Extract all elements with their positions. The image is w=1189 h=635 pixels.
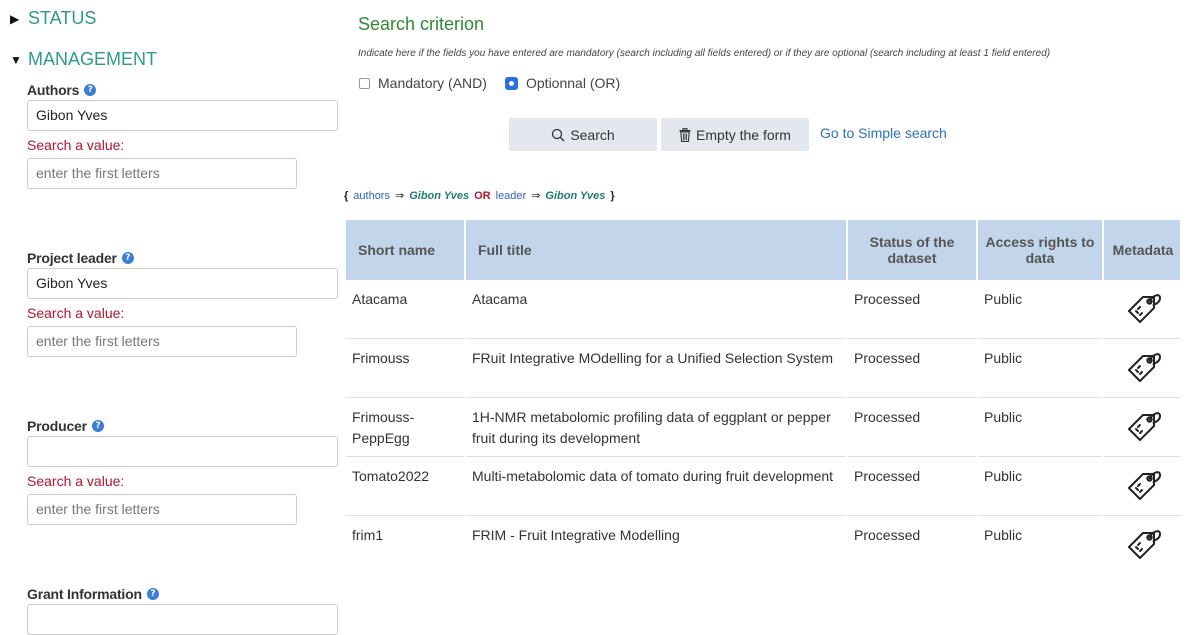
empty-form-button-label: Empty the form (696, 126, 791, 143)
cell-short-name: frim1 (346, 516, 464, 573)
section-toggle-management[interactable]: ▼ MANAGEMENT (10, 49, 157, 70)
grant-information-value-input[interactable] (27, 604, 338, 635)
project-leader-label: Project leader ? (27, 250, 134, 266)
section-label-status: STATUS (28, 8, 97, 28)
optional-option[interactable]: Optionnal (OR) (505, 75, 620, 91)
project-leader-search-label: Search a value: (27, 305, 125, 321)
cell-metadata (1104, 280, 1180, 339)
mandatory-checkbox[interactable] (359, 77, 370, 89)
query-value-authors: Gibon Yves (409, 189, 470, 202)
caret-right-icon: ▶ (10, 11, 20, 26)
mandatory-option[interactable]: Mandatory (AND) (359, 75, 487, 91)
header-full-title[interactable]: Full title (466, 220, 846, 280)
cell-status: Processed (848, 280, 976, 339)
mandatory-label: Mandatory (AND) (378, 75, 487, 91)
simple-search-link[interactable]: Go to Simple search (820, 125, 947, 141)
caret-down-icon: ▼ (10, 52, 22, 67)
table-row[interactable]: Frimouss FRuit Integrative MOdelling for … (346, 339, 1180, 398)
cell-status: Processed (848, 398, 976, 457)
cell-metadata (1104, 457, 1180, 516)
cell-short-name: Atacama (346, 280, 464, 339)
authors-search-input[interactable]: enter the first letters (27, 158, 297, 189)
cell-access: Public (978, 457, 1102, 516)
query-operator: OR (474, 189, 491, 202)
cell-full-title: FRuit Integrative MOdelling for a Unifie… (466, 339, 846, 398)
help-icon[interactable]: ? (91, 420, 104, 432)
help-icon[interactable]: ? (84, 84, 97, 96)
header-status[interactable]: Status of the dataset (848, 220, 976, 280)
cell-full-title: Atacama (466, 280, 846, 339)
query-arrow: ⇒ (394, 190, 405, 202)
cell-access: Public (978, 280, 1102, 339)
table-header-row: Short name Full title Status of the data… (346, 220, 1180, 280)
cell-metadata (1104, 516, 1180, 573)
header-metadata[interactable]: Metadata (1104, 220, 1180, 280)
optional-checkbox[interactable] (505, 76, 518, 90)
section-label-management: MANAGEMENT (28, 49, 158, 69)
metadata-tag-icon[interactable] (1123, 348, 1163, 394)
cell-access: Public (978, 516, 1102, 573)
table-row[interactable]: Frimouss-PeppEgg 1H-NMR metabolomic profi… (346, 398, 1180, 457)
query-key-leader: leader (495, 189, 527, 202)
query-close-brace: } (610, 189, 615, 202)
header-short-name[interactable]: Short name (346, 220, 464, 280)
metadata-tag-icon[interactable] (1123, 407, 1163, 453)
search-criterion-title: Search criterion (358, 14, 485, 34)
project-leader-search-input[interactable]: enter the first letters (27, 326, 297, 357)
project-leader-label-text: Project leader (27, 250, 117, 266)
table-row[interactable]: Atacama Atacama Processed Public (346, 280, 1180, 339)
trash-icon (679, 127, 691, 142)
metadata-tag-icon[interactable] (1123, 289, 1163, 335)
query-summary: { authors ⇒ Gibon Yves OR leader ⇒ Gibon… (344, 189, 615, 203)
cell-full-title: 1H-NMR metabolomic profiling data of egg… (466, 398, 846, 457)
cell-short-name: Tomato2022 (346, 457, 464, 516)
query-open-brace: { (344, 189, 349, 202)
optional-label: Optionnal (OR) (526, 75, 621, 91)
search-icon (552, 128, 565, 141)
producer-label-text: Producer (27, 418, 87, 434)
producer-label: Producer ? (27, 418, 104, 434)
cell-metadata (1104, 339, 1180, 398)
producer-value-input[interactable] (27, 436, 338, 467)
cell-access: Public (978, 398, 1102, 457)
authors-search-label: Search a value: (27, 137, 125, 153)
cell-metadata (1104, 398, 1180, 457)
project-leader-value-input[interactable]: Gibon Yves (27, 268, 338, 299)
results-table: Short name Full title Status of the data… (346, 220, 1180, 573)
help-icon[interactable]: ? (146, 588, 159, 600)
section-toggle-status[interactable]: ▶ STATUS (10, 8, 96, 29)
grant-information-label-text: Grant Information (27, 586, 142, 602)
table-row[interactable]: frim1 FRIM - Fruit Integrative Modelling P… (346, 516, 1180, 573)
grant-information-label: Grant Information ? (27, 586, 159, 602)
metadata-tag-icon[interactable] (1123, 466, 1163, 512)
search-button[interactable]: Search (509, 118, 657, 151)
authors-label: Authors ? (27, 82, 97, 98)
results-table-container[interactable]: Short name Full title Status of the data… (346, 220, 1180, 573)
authors-value-input[interactable]: Gibon Yves (27, 100, 338, 131)
query-value-leader: Gibon Yves (545, 189, 606, 202)
cell-full-title: Multi-metabolomic data of tomato during … (466, 457, 846, 516)
producer-search-label: Search a value: (27, 473, 125, 489)
cell-status: Processed (848, 457, 976, 516)
cell-status: Processed (848, 516, 976, 573)
metadata-tag-icon[interactable] (1123, 525, 1163, 571)
cell-full-title: FRIM - Fruit Integrative Modelling (466, 516, 846, 573)
authors-label-text: Authors (27, 82, 80, 98)
search-criterion-hint: Indicate here if the fields you have ent… (358, 48, 1051, 59)
query-key-authors: authors (353, 189, 390, 202)
cell-short-name: Frimouss-PeppEgg (346, 398, 464, 457)
header-access[interactable]: Access rights to data (978, 220, 1102, 280)
empty-form-button[interactable]: Empty the form (661, 118, 809, 151)
query-arrow: ⇒ (531, 190, 541, 202)
cell-access: Public (978, 339, 1102, 398)
cell-status: Processed (848, 339, 976, 398)
table-row[interactable]: Tomato2022 Multi-metabolomic data of toma… (346, 457, 1180, 516)
cell-short-name: Frimouss (346, 339, 464, 398)
search-button-label: Search (570, 126, 615, 143)
producer-search-input[interactable]: enter the first letters (27, 494, 297, 525)
help-icon[interactable]: ? (121, 252, 134, 264)
